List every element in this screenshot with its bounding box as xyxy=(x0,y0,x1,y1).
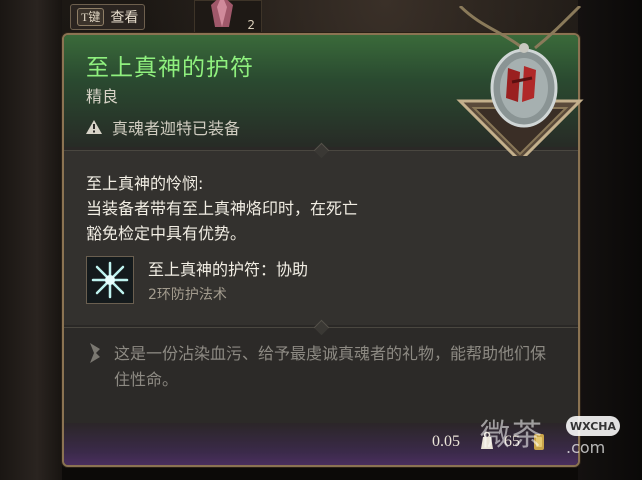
item-name: 至上真神的护符 xyxy=(86,55,254,81)
passive-description-line1: 当装备者带有至上真神烙印时，在死亡 xyxy=(86,199,359,218)
watermark-text: 微茶 xyxy=(480,418,544,453)
flavor-section: 这是一份沾染血污、给予最虔诚真魂者的礼物，能帮助他们保住性命。 xyxy=(64,328,578,423)
passive-description-line2: 豁免检定中具有优势。 xyxy=(86,224,247,243)
inspect-label: 查看 xyxy=(110,10,139,26)
inventory-slot[interactable]: 2 xyxy=(194,0,262,34)
stack-count: 2 xyxy=(247,18,255,32)
crystal-icon xyxy=(211,0,233,27)
watermark-domain: .com xyxy=(566,438,606,457)
inspect-key-hint[interactable]: T键 查看 xyxy=(70,4,146,30)
equipped-status-row: 真魂者迦特已装备 xyxy=(86,115,240,139)
item-toolbar: T键 查看 2 xyxy=(62,0,302,36)
left-panel-edge xyxy=(0,0,62,480)
granted-spell-row[interactable]: 至上真神的护符：协助 2环防护法术 xyxy=(86,256,308,304)
warning-triangle-icon xyxy=(86,120,102,134)
passive-title: 至上真神的怜悯: xyxy=(86,174,204,193)
spell-name: 至上真神的护符：协助 xyxy=(148,260,309,279)
spell-subtitle: 2环防护法术 xyxy=(148,287,227,303)
amulet-image xyxy=(456,6,584,156)
item-weight: 0.05 xyxy=(432,433,460,450)
radiant-star-icon xyxy=(86,256,134,304)
item-rarity: 精良 xyxy=(86,87,119,106)
keycap-t: T键 xyxy=(77,8,105,26)
watermark-badge: WXCHA xyxy=(566,416,620,436)
passive-section: 至上真神的怜悯: 当装备者带有至上真神烙印时，在死亡 豁免检定中具有优势。 至上… xyxy=(64,150,578,325)
quill-icon xyxy=(90,343,100,363)
spell-text: 至上真神的护符：协助 2环防护法术 xyxy=(148,256,308,304)
passive-description: 当装备者带有至上真神烙印时，在死亡 豁免检定中具有优势。 xyxy=(86,196,416,246)
equipped-status-text: 真魂者迦特已装备 xyxy=(112,119,241,138)
flavor-text: 这是一份沾染血污、给予最虔诚真魂者的礼物，能帮助他们保住性命。 xyxy=(114,344,547,389)
